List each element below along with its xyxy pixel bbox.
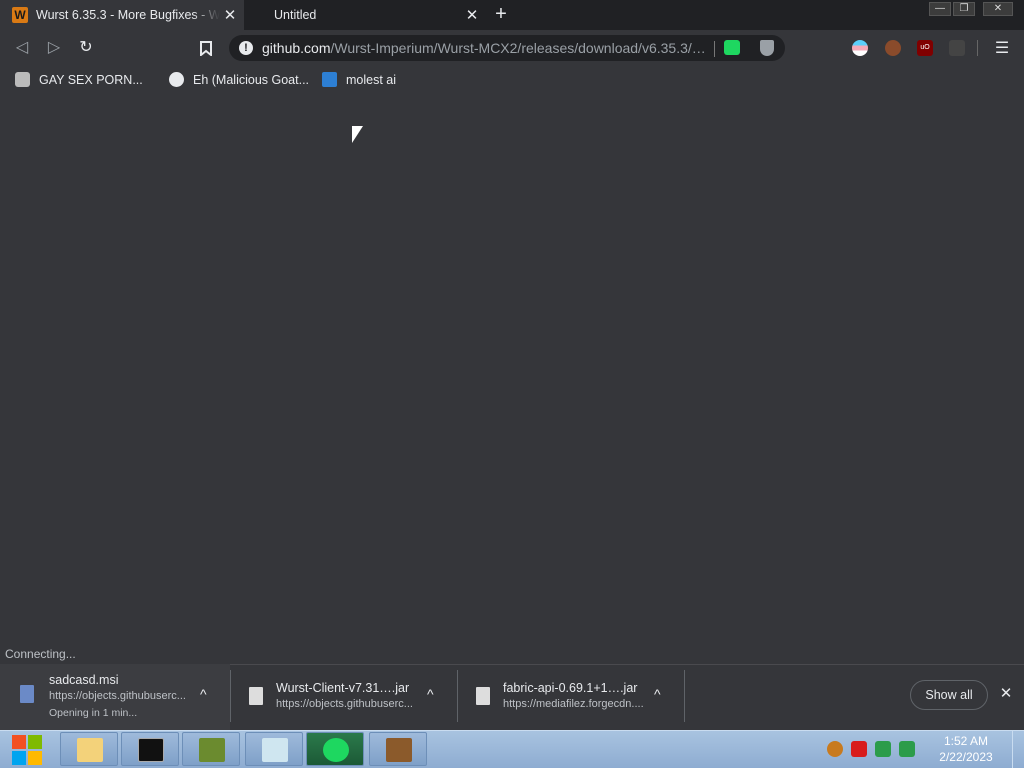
close-icon[interactable]: ✕ (998, 686, 1014, 702)
download-source: https://mediafilez.forgecdn.... (503, 698, 644, 710)
bookmark-icon[interactable] (195, 37, 217, 59)
minimize-button[interactable]: — (929, 2, 951, 16)
chevron-up-icon[interactable]: ^ (654, 686, 661, 702)
taskbar-launcher[interactable] (182, 732, 240, 766)
bookmarks-bar (0, 66, 1024, 94)
show-all-button[interactable]: Show all (910, 680, 988, 710)
menu-icon[interactable]: ☰ (994, 38, 1010, 58)
download-filename: sadcasd.msi (49, 673, 119, 687)
bookmark-item[interactable]: molest ai (322, 72, 396, 87)
site-info-icon[interactable]: ! (239, 41, 253, 55)
start-button[interactable] (9, 732, 45, 766)
url-text[interactable]: github.com/Wurst-Imperium/Wurst-MCX2/rel… (262, 40, 712, 56)
tab-close-icon[interactable]: ✕ (220, 6, 240, 24)
file-icon (249, 687, 263, 705)
ublock-icon[interactable]: uO (917, 40, 933, 56)
taskbar-file-explorer[interactable] (60, 732, 118, 766)
extension-icon[interactable] (949, 40, 965, 56)
spotify-icon (323, 738, 349, 762)
flag-icon[interactable] (851, 741, 867, 757)
globe-icon (169, 72, 184, 87)
green-extension-icon[interactable] (724, 40, 740, 55)
clock-date[interactable]: 2/22/2023 (930, 750, 1002, 764)
terminal-icon (138, 738, 164, 762)
download-item[interactable]: fabric-api-0.69.1+1….jar https://mediafi… (458, 664, 684, 730)
url-path: /Wurst-Imperium/Wurst-MCX2/releases/down… (330, 40, 706, 56)
bookmark-favicon-icon (15, 72, 30, 87)
download-item[interactable]: sadcasd.msi https://objects.githubuserc.… (0, 664, 230, 730)
bookmark-label: molest ai (346, 72, 397, 87)
reload-button[interactable]: ↻ (75, 37, 97, 59)
tab-wurst[interactable]: W Wurst 6.35.3 - More Bugfixes - Wu ✕ (0, 0, 244, 30)
windows-logo-icon (12, 735, 26, 749)
back-button[interactable]: ◁ (11, 37, 33, 59)
download-filename: Wurst-Client-v7.31….jar (276, 681, 410, 695)
taskbar-notepad[interactable] (245, 732, 303, 766)
download-status: Opening in 1 min... (49, 707, 138, 719)
bookmark-favicon-icon (322, 72, 337, 87)
bookmark-label: Eh (Malicious Goat... (193, 72, 310, 87)
flag-extension-icon[interactable] (852, 40, 868, 56)
download-source: https://objects.githubuserc... (49, 690, 186, 702)
taskbar-command-prompt[interactable] (121, 732, 179, 766)
windows-logo-icon (12, 751, 26, 765)
clock-time[interactable]: 1:52 AM (930, 734, 1002, 748)
new-tab-button[interactable]: + (490, 3, 512, 27)
status-bubble: Connecting... (0, 644, 81, 664)
wurst-favicon-icon: W (12, 7, 28, 23)
tab-untitled[interactable]: Untitled ✕ (244, 0, 486, 30)
chevron-up-icon[interactable]: ^ (427, 686, 434, 702)
shield-icon[interactable] (760, 40, 774, 56)
launcher-icon (199, 738, 225, 762)
mouse-cursor-icon (352, 126, 363, 143)
notepad-icon (262, 738, 288, 762)
forward-button[interactable]: ▷ (43, 37, 65, 59)
maximize-button[interactable]: ❐ (953, 2, 975, 16)
windows-logo-icon (28, 751, 42, 765)
page-content[interactable] (0, 94, 1024, 664)
crafting-table-icon (386, 738, 412, 762)
windows-logo-icon (28, 735, 42, 749)
download-filename: fabric-api-0.69.1+1….jar (503, 681, 638, 695)
download-source: https://objects.githubuserc... (276, 698, 413, 710)
bookmark-item[interactable]: GAY SEX PORN... (15, 72, 143, 87)
folder-icon (77, 738, 103, 762)
tab-close-icon[interactable]: ✕ (462, 6, 482, 24)
tab-title: Wurst 6.35.3 - More Bugfixes - Wu (36, 8, 220, 22)
volume-icon[interactable] (899, 741, 915, 757)
window-close-button[interactable]: ✕ (983, 2, 1013, 16)
file-icon (476, 687, 490, 705)
network-icon[interactable] (875, 741, 891, 757)
profile-extension-icon[interactable] (885, 40, 901, 56)
url-host: github.com (262, 40, 331, 56)
bookmark-item[interactable]: Eh (Malicious Goat... (169, 72, 309, 87)
tray-arrow-icon[interactable] (827, 741, 843, 757)
divider (977, 40, 978, 56)
chevron-up-icon[interactable]: ^ (200, 686, 207, 702)
divider (684, 670, 685, 722)
installer-file-icon (20, 685, 34, 703)
taskbar-minecraft[interactable] (369, 732, 427, 766)
download-item[interactable]: Wurst-Client-v7.31….jar https://objects.… (231, 664, 457, 730)
taskbar-spotify[interactable] (306, 732, 364, 766)
bookmark-label: GAY SEX PORN... (39, 72, 143, 87)
tab-title: Untitled (274, 8, 317, 22)
show-desktop-button[interactable] (1012, 730, 1024, 768)
divider (714, 41, 715, 57)
